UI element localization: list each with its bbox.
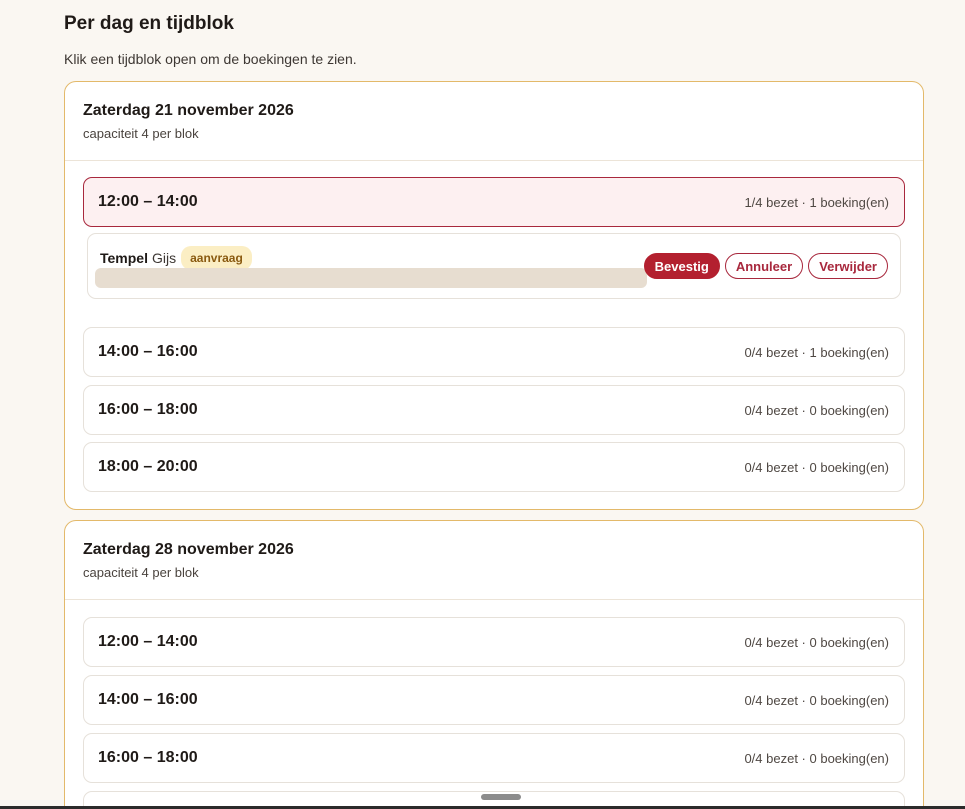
time-slot[interactable]: 14:00 – 16:00 0/4 bezet · 0 boeking(en) — [83, 675, 905, 725]
slot-time: 16:00 – 18:00 — [98, 749, 198, 766]
booking-first-name: Gijs — [151, 250, 177, 266]
booking-name: Tempel Gijs aanvraag — [100, 246, 252, 270]
day-header: Zaterdag 21 november 2026 capaciteit 4 p… — [65, 82, 923, 161]
time-slot[interactable]: 12:00 – 14:00 1/4 bezet · 1 boeking(en) — [83, 177, 905, 227]
page-title: Per dag en tijdblok — [64, 13, 234, 34]
slot-occupancy: 1/4 bezet · 1 boeking(en) — [744, 194, 889, 210]
day-title: Zaterdag 21 november 2026 — [83, 102, 294, 119]
slot-occupancy: 0/4 bezet · 0 boeking(en) — [744, 750, 889, 766]
time-slot[interactable]: 12:00 – 14:00 0/4 bezet · 0 boeking(en) — [83, 617, 905, 667]
day-capacity: capaciteit 4 per blok — [83, 565, 199, 580]
slot-time: 12:00 – 14:00 — [98, 193, 198, 210]
slot-time: 16:00 – 18:00 — [98, 401, 198, 418]
time-slot[interactable]: 18:00 – 20:00 0/4 bezet · 0 boeking(en) — [83, 442, 905, 492]
day-card: Zaterdag 21 november 2026 capaciteit 4 p… — [64, 81, 924, 510]
slot-occupancy: 0/4 bezet · 0 boeking(en) — [744, 459, 889, 475]
slot-time: 18:00 – 20:00 — [98, 458, 198, 475]
confirm-button[interactable]: Bevestig — [643, 253, 720, 279]
slot-occupancy: 0/4 bezet · 1 boeking(en) — [744, 344, 889, 360]
slot-occupancy: 0/4 bezet · 0 boeking(en) — [744, 402, 889, 418]
status-badge: aanvraag — [181, 246, 252, 270]
booking-item: Tempel Gijs aanvraag Bevestig Annuleer V… — [87, 233, 901, 299]
time-slot[interactable]: 14:00 – 16:00 0/4 bezet · 1 boeking(en) — [83, 327, 905, 377]
time-slot[interactable]: 16:00 – 18:00 0/4 bezet · 0 boeking(en) — [83, 385, 905, 435]
day-capacity: capaciteit 4 per blok — [83, 126, 199, 141]
page-header: Per dag en tijdblok Klik een tijdblok op… — [64, 12, 924, 68]
slot-occupancy: 0/4 bezet · 0 boeking(en) — [744, 692, 889, 708]
scroll-handle[interactable] — [481, 794, 521, 800]
booking-actions: Bevestig Annuleer Verwijder — [643, 253, 888, 279]
time-slot[interactable]: 16:00 – 18:00 0/4 bezet · 0 boeking(en) — [83, 733, 905, 783]
slot-time: 14:00 – 16:00 — [98, 691, 198, 708]
booking-details-placeholder — [95, 268, 647, 288]
delete-button[interactable]: Verwijder — [808, 253, 888, 279]
day-title: Zaterdag 28 november 2026 — [83, 541, 294, 558]
page-subtitle: Klik een tijdblok open om de boekingen t… — [64, 51, 357, 67]
slot-occupancy: 0/4 bezet · 0 boeking(en) — [744, 634, 889, 650]
slot-time: 14:00 – 16:00 — [98, 343, 198, 360]
day-header: Zaterdag 28 november 2026 capaciteit 4 p… — [65, 521, 923, 600]
cancel-button[interactable]: Annuleer — [724, 253, 804, 279]
slot-time: 12:00 – 14:00 — [98, 633, 198, 650]
day-card: Zaterdag 28 november 2026 capaciteit 4 p… — [64, 520, 924, 809]
booking-last-name: Tempel — [100, 250, 148, 266]
